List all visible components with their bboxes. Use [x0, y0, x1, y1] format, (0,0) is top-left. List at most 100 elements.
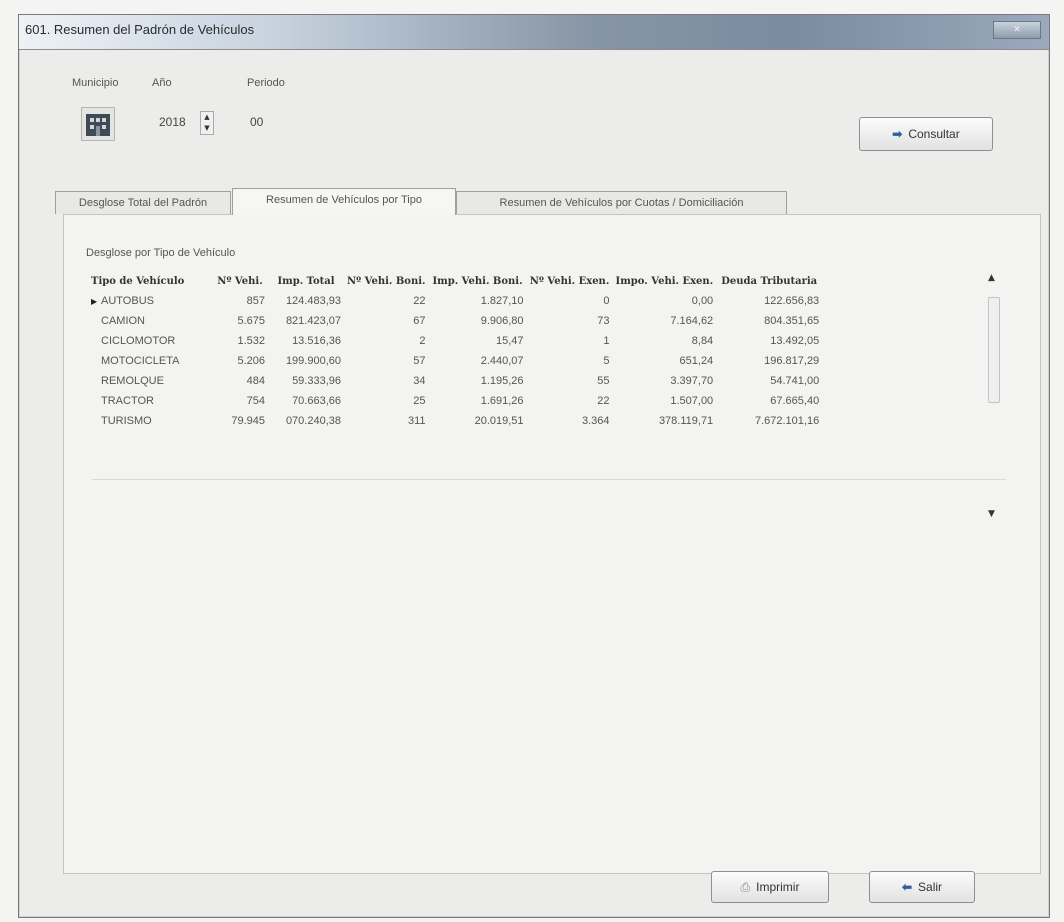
cell: 20.019,51 [474, 415, 524, 427]
vehicle-type-table: Tipo de Vehículo Nº Vehi. Imp. Total Nº … [88, 271, 822, 431]
cell: 124.483,93 [285, 295, 341, 307]
scroll-up-icon[interactable]: ▲ [988, 273, 995, 283]
consultar-label: Consultar [908, 127, 960, 141]
table-row[interactable]: ▶ AUTOBUS 857 124.483,93 22 1.827,10 0 0,… [88, 291, 822, 311]
cell: 804.351,65 [764, 315, 820, 327]
anio-spinner[interactable]: ▲ ▼ [200, 111, 214, 135]
printer-icon: ⎙ [740, 879, 751, 894]
col-header[interactable]: Tipo de Vehículo [88, 271, 212, 291]
cell: 22 [413, 295, 426, 307]
col-header[interactable]: Deuda Tributaria [716, 271, 822, 291]
cell: 7.164,62 [670, 315, 714, 327]
cell: 25 [413, 395, 426, 407]
cell: 1.691,26 [480, 395, 524, 407]
col-header[interactable]: Imp. Vehi. Boni. [429, 271, 527, 291]
main-window: 601. Resumen del Padrón de Vehículos ✕ M… [18, 14, 1050, 918]
cell: 1.827,10 [480, 295, 524, 307]
tab-resumen-cuotas[interactable]: Resumen de Vehículos por Cuotas / Domici… [456, 191, 787, 214]
cell: 1.195,26 [480, 375, 524, 387]
cell: 8,84 [691, 335, 714, 347]
cell: TURISMO [101, 415, 152, 427]
periodo-value[interactable]: 00 [250, 115, 263, 129]
cell: 73 [597, 315, 610, 327]
col-header[interactable]: Imp. Total [268, 271, 344, 291]
col-header[interactable]: Nº Vehi. Boni. [344, 271, 429, 291]
cell: 5.675 [237, 315, 265, 327]
cell: 2.440,07 [480, 355, 524, 367]
cell: 0,00 [691, 295, 714, 307]
periodo-label: Periodo [247, 77, 285, 89]
cell: 13.516,36 [292, 335, 341, 347]
municipio-label: Municipio [72, 77, 119, 89]
cell: 754 [246, 395, 265, 407]
row-selector-icon: ▶ [91, 297, 98, 306]
cell: MOTOCICLETA [101, 355, 180, 367]
table-scrollbar[interactable]: ▲ ▼ [984, 273, 1002, 523]
cell: 1 [603, 335, 610, 347]
imprimir-button[interactable]: ⎙ Imprimir [711, 871, 829, 903]
salir-button[interactable]: ⬅ Salir [869, 871, 975, 903]
cell: 57 [413, 355, 426, 367]
tab-panel: Desglose por Tipo de Vehículo Tipo de Ve… [63, 214, 1041, 874]
anio-input[interactable]: 2018 [159, 115, 186, 129]
cell: 54.741,00 [770, 375, 820, 387]
cell: 34 [413, 375, 426, 387]
close-button[interactable]: ✕ [993, 21, 1041, 39]
tab-desglose-total[interactable]: Desglose Total del Padrón [55, 191, 231, 214]
col-header[interactable]: Nº Vehi. Exen. [527, 271, 613, 291]
scroll-down-icon[interactable]: ▼ [988, 509, 995, 519]
spin-down-icon[interactable]: ▼ [201, 123, 213, 134]
cell: 15,47 [496, 335, 524, 347]
cell: 378.119,71 [658, 415, 714, 427]
anio-label: Año [152, 77, 172, 89]
cell: TRACTOR [101, 395, 154, 407]
table-header-row: Tipo de Vehículo Nº Vehi. Imp. Total Nº … [88, 271, 822, 291]
cell: 79.945 [231, 415, 265, 427]
cell: 67 [413, 315, 426, 327]
cell: 5 [603, 355, 610, 367]
col-header[interactable]: Nº Vehi. [212, 271, 268, 291]
cell: 1.532 [237, 335, 265, 347]
consultar-button[interactable]: ➡ Consultar [859, 117, 993, 151]
cell: 070.240,38 [285, 415, 341, 427]
tab-resumen-tipo[interactable]: Resumen de Vehículos por Tipo [232, 188, 456, 215]
cell: AUTOBUS [101, 295, 154, 307]
table-row[interactable]: TRACTOR 754 70.663,66 25 1.691,26 22 1.5… [88, 391, 822, 411]
cell: 484 [246, 375, 265, 387]
table-row[interactable]: MOTOCICLETA 5.206 199.900,60 57 2.440,07… [88, 351, 822, 371]
table-row[interactable]: REMOLQUE 484 59.333,96 34 1.195,26 55 3.… [88, 371, 822, 391]
cell: 13.492,05 [770, 335, 820, 347]
scroll-thumb[interactable] [988, 297, 1000, 403]
municipio-selector-button[interactable] [81, 107, 115, 141]
cell: 3.364 [582, 415, 610, 427]
cell: 55 [597, 375, 610, 387]
cell: 857 [246, 295, 265, 307]
cell: 651,24 [679, 355, 714, 367]
cell: 0 [603, 295, 610, 307]
building-icon [86, 114, 110, 136]
imprimir-label: Imprimir [756, 880, 800, 894]
cell: 5.206 [237, 355, 265, 367]
cell: 59.333,96 [292, 375, 341, 387]
cell: 199.900,60 [285, 355, 341, 367]
cell: 1.507,00 [670, 395, 714, 407]
cell: CAMION [101, 315, 145, 327]
cell: CICLOMOTOR [101, 335, 176, 347]
cell: 196.817,29 [764, 355, 820, 367]
table-row[interactable]: CAMION 5.675 821.423,07 67 9.906,80 73 7… [88, 311, 822, 331]
divider [92, 479, 1006, 480]
cell: 2 [419, 335, 426, 347]
exit-arrow-icon: ⬅ [901, 880, 913, 894]
title-bar: 601. Resumen del Padrón de Vehículos ✕ [19, 15, 1049, 50]
cell: 9.906,80 [480, 315, 524, 327]
col-header[interactable]: Impo. Vehi. Exen. [613, 271, 717, 291]
cell: 70.663,66 [292, 395, 341, 407]
table-row[interactable]: CICLOMOTOR 1.532 13.516,36 2 15,47 1 8,8… [88, 331, 822, 351]
window-title: 601. Resumen del Padrón de Vehículos [25, 22, 255, 37]
arrow-right-icon: ➡ [892, 127, 903, 141]
spin-up-icon[interactable]: ▲ [201, 112, 213, 123]
cell: REMOLQUE [101, 375, 164, 387]
table-row[interactable]: TURISMO 79.945 070.240,38 311 20.019,51 … [88, 411, 822, 431]
cell: 311 [407, 415, 426, 427]
salir-label: Salir [918, 880, 943, 894]
